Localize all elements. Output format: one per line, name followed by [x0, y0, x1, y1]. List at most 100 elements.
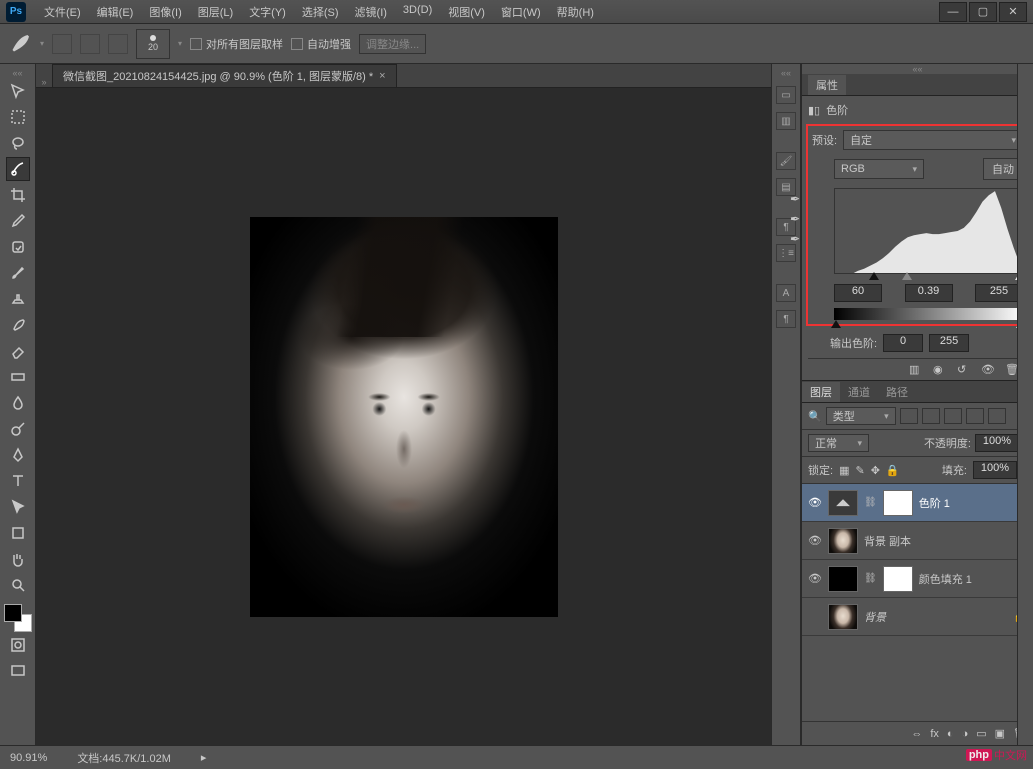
color-swatches[interactable]: [4, 604, 32, 632]
new-layer-icon[interactable]: ▣: [995, 727, 1005, 740]
shadow-input[interactable]: 60: [834, 284, 882, 302]
layer-name[interactable]: 背景 副本: [864, 533, 911, 549]
maximize-button[interactable]: ▢: [969, 2, 997, 22]
reset-icon[interactable]: ↺: [957, 363, 973, 377]
view-previous-icon[interactable]: ◉: [933, 363, 949, 377]
shadow-slider[interactable]: [869, 272, 879, 280]
quick-selection-tool[interactable]: [6, 157, 30, 181]
layers-tab[interactable]: 图层: [802, 382, 840, 402]
menu-3d[interactable]: 3D(D): [395, 2, 440, 22]
dodge-tool[interactable]: [6, 417, 30, 441]
path-selection-tool[interactable]: [6, 495, 30, 519]
menu-select[interactable]: 选择(S): [294, 2, 347, 22]
fill-input[interactable]: 100%: [973, 461, 1017, 479]
auto-enhance-option[interactable]: 自动增强: [291, 36, 351, 52]
new-selection-icon[interactable]: [52, 34, 72, 54]
menu-window[interactable]: 窗口(W): [493, 2, 549, 22]
foreground-color[interactable]: [4, 604, 22, 622]
output-white-input[interactable]: 255: [929, 334, 969, 352]
layer-mask-thumb[interactable]: [883, 490, 913, 516]
toolbox-grip-icon[interactable]: ««: [0, 68, 35, 78]
black-point-dropper[interactable]: ✒: [790, 192, 800, 206]
layer-thumb[interactable]: [828, 528, 858, 554]
filter-shape-icon[interactable]: [966, 408, 984, 424]
menu-filter[interactable]: 滤镜(I): [347, 2, 395, 22]
crop-tool[interactable]: [6, 183, 30, 207]
visibility-toggle[interactable]: 👁: [808, 496, 822, 509]
lock-position-icon[interactable]: ✥: [871, 464, 880, 477]
char-styles-icon[interactable]: A: [776, 284, 796, 302]
layer-mask-thumb[interactable]: [883, 566, 913, 592]
mask-link-icon[interactable]: ⛓: [864, 573, 877, 584]
quick-mask-toggle[interactable]: [6, 633, 30, 657]
panel-grip-icon[interactable]: ««: [802, 64, 1033, 74]
subtract-selection-icon[interactable]: [108, 34, 128, 54]
history-panel-icon[interactable]: ▭: [776, 86, 796, 104]
character-panel-icon[interactable]: ⋮≡: [776, 244, 796, 262]
lock-all-icon[interactable]: 🔒: [886, 464, 900, 477]
filter-pixel-icon[interactable]: [900, 408, 918, 424]
healing-brush-tool[interactable]: [6, 235, 30, 259]
layer-row[interactable]: 👁 ◢◣ ⛓ 色阶 1: [802, 484, 1033, 522]
menu-type[interactable]: 文字(Y): [241, 2, 294, 22]
channels-tab[interactable]: 通道: [840, 382, 878, 402]
opacity-input[interactable]: 100%: [975, 434, 1019, 452]
lock-transparency-icon[interactable]: ▦: [839, 464, 849, 477]
properties-tab[interactable]: 属性: [808, 75, 846, 95]
preset-dropdown[interactable]: 自定: [843, 130, 1023, 150]
layer-name[interactable]: 颜色填充 1: [919, 571, 972, 587]
gray-point-dropper[interactable]: ✒: [790, 212, 800, 226]
eyedropper-tool[interactable]: [6, 209, 30, 233]
eraser-tool[interactable]: [6, 339, 30, 363]
new-group-icon[interactable]: ▭: [976, 727, 986, 740]
brush-tool[interactable]: [6, 261, 30, 285]
visibility-toggle[interactable]: 👁: [808, 572, 822, 585]
history-brush-tool[interactable]: [6, 313, 30, 337]
zoom-level[interactable]: 90.91%: [10, 752, 47, 764]
close-button[interactable]: ✕: [999, 2, 1027, 22]
minimize-button[interactable]: —: [939, 2, 967, 22]
shape-tool[interactable]: [6, 521, 30, 545]
midtone-slider[interactable]: [902, 272, 912, 280]
menu-layer[interactable]: 图层(L): [190, 2, 241, 22]
marquee-tool[interactable]: [6, 105, 30, 129]
zoom-tool[interactable]: [6, 573, 30, 597]
pen-tool[interactable]: [6, 443, 30, 467]
status-menu-icon[interactable]: ▸: [201, 751, 207, 764]
filter-type-icon[interactable]: [944, 408, 962, 424]
menu-file[interactable]: 文件(E): [36, 2, 89, 22]
checkbox-icon[interactable]: [291, 38, 303, 50]
doc-grip-icon[interactable]: »: [36, 77, 52, 87]
clip-to-layer-icon[interactable]: ▥: [909, 363, 925, 377]
visibility-icon[interactable]: 👁: [981, 363, 997, 377]
filter-smart-icon[interactable]: [988, 408, 1006, 424]
paths-tab[interactable]: 路径: [878, 382, 916, 402]
layer-row[interactable]: 👁 背景 副本: [802, 522, 1033, 560]
para-styles-icon[interactable]: ¶: [776, 310, 796, 328]
hand-tool[interactable]: [6, 547, 30, 571]
document-tab[interactable]: 微信截图_20210824154425.jpg @ 90.9% (色阶 1, 图…: [52, 64, 397, 87]
menu-view[interactable]: 视图(V): [440, 2, 493, 22]
chevron-down-icon[interactable]: ▾: [178, 39, 182, 48]
move-tool[interactable]: [6, 79, 30, 103]
type-tool[interactable]: [6, 469, 30, 493]
output-gradient[interactable]: [834, 308, 1023, 320]
white-point-dropper[interactable]: ✒: [790, 232, 800, 246]
filter-kind-dropdown[interactable]: 类型: [826, 407, 896, 425]
channel-dropdown[interactable]: RGB: [834, 159, 924, 179]
fill-thumb-icon[interactable]: [828, 566, 858, 592]
highlight-input[interactable]: 255: [975, 284, 1023, 302]
layer-name[interactable]: 背景: [864, 609, 886, 625]
screen-mode-toggle[interactable]: [6, 659, 30, 683]
midtone-input[interactable]: 0.39: [905, 284, 953, 302]
close-tab-icon[interactable]: ×: [379, 70, 385, 82]
lasso-tool[interactable]: [6, 131, 30, 155]
add-selection-icon[interactable]: [80, 34, 100, 54]
gradient-tool[interactable]: [6, 365, 30, 389]
menu-image[interactable]: 图像(I): [141, 2, 189, 22]
adjustment-thumb-icon[interactable]: ◢◣: [828, 490, 858, 516]
clone-stamp-tool[interactable]: [6, 287, 30, 311]
link-layers-icon[interactable]: ⇔: [911, 728, 922, 740]
tool-preset-icon[interactable]: [8, 32, 32, 56]
chevron-down-icon[interactable]: ▾: [40, 39, 44, 48]
